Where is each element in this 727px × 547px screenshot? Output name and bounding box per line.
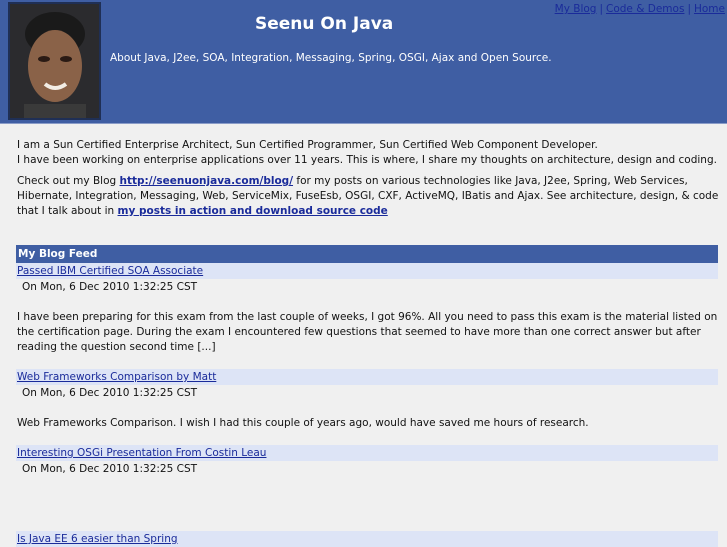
feed-item-title-row: Passed IBM Certified SOA Associate xyxy=(16,263,718,279)
posts-in-action-link[interactable]: my posts in action and download source c… xyxy=(118,205,388,217)
nav-separator: | xyxy=(599,3,604,15)
intro-blog-paragraph: Check out my Blog http://seenuonjava.com… xyxy=(17,174,727,219)
feed-item: Web Frameworks Comparison by Matt On Mon… xyxy=(16,369,718,431)
intro-certifications: I am a Sun Certified Enterprise Architec… xyxy=(17,139,598,151)
feed-item-date: On Mon, 6 Dec 2010 1:32:25 CST xyxy=(22,387,198,399)
intro-section: I am a Sun Certified Enterprise Architec… xyxy=(0,124,727,219)
nav-separator: | xyxy=(687,3,691,15)
feed-item-title-link[interactable]: Interesting OSGi Presentation From Costi… xyxy=(17,447,266,459)
nav-code-demos-link[interactable]: Code & Demos xyxy=(606,3,684,15)
feed-item-title-link[interactable]: Web Frameworks Comparison by Matt xyxy=(17,371,216,383)
blog-url-link[interactable]: http://seenuonjava.com/blog/ xyxy=(120,175,294,187)
author-photo xyxy=(8,2,101,120)
feed-item: Interesting OSGi Presentation From Costi… xyxy=(16,445,718,476)
author-photo-image xyxy=(10,4,99,118)
feed-item-date: On Mon, 6 Dec 2010 1:32:25 CST xyxy=(22,463,198,475)
site-title: Seenu On Java xyxy=(255,14,394,34)
site-tagline: About Java, J2ee, SOA, Integration, Mess… xyxy=(110,52,552,64)
site-header: Seenu On Java About Java, J2ee, SOA, Int… xyxy=(0,0,727,124)
top-nav: My Blog | Code & Demos | Home xyxy=(555,3,725,15)
intro-paragraph: I am a Sun Certified Enterprise Architec… xyxy=(17,138,727,168)
feed-item-title-row: Interesting OSGi Presentation From Costi… xyxy=(16,445,718,461)
feed-item-title-row: Web Frameworks Comparison by Matt xyxy=(16,369,718,385)
feed-item-body: Web Frameworks Comparison. I wish I had … xyxy=(17,417,589,429)
feed-item-title-link[interactable]: Is Java EE 6 easier than Spring xyxy=(17,533,178,545)
intro-experience: I have been working on enterprise applic… xyxy=(17,154,717,166)
nav-home-link[interactable]: Home xyxy=(694,3,725,15)
blog-feed: My Blog Feed Passed IBM Certified SOA As… xyxy=(16,245,718,547)
feed-item-title-link[interactable]: Passed IBM Certified SOA Associate xyxy=(17,265,203,277)
intro-text: Check out my Blog xyxy=(17,175,120,187)
blog-feed-heading: My Blog Feed xyxy=(16,245,718,263)
feed-item-body: I have been preparing for this exam from… xyxy=(17,311,718,353)
feed-item: Passed IBM Certified SOA Associate On Mo… xyxy=(16,263,718,355)
feed-item-date: On Mon, 6 Dec 2010 1:32:25 CST xyxy=(22,281,198,293)
nav-my-blog-link[interactable]: My Blog xyxy=(555,3,597,15)
